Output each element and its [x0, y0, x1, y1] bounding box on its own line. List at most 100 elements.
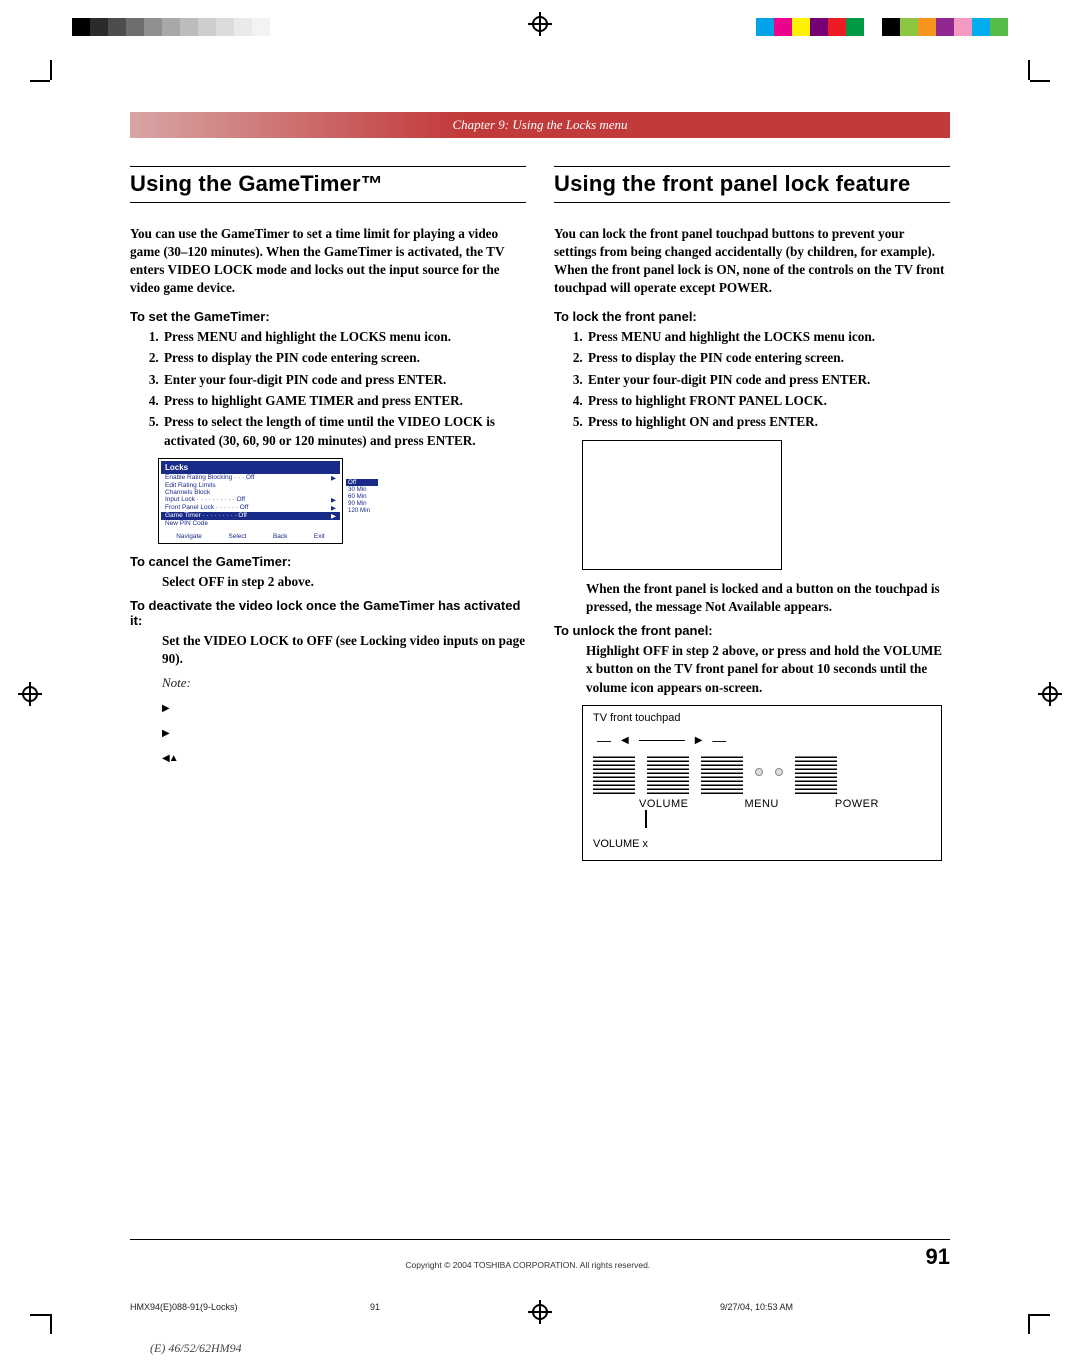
- gray-swatch: [198, 18, 216, 36]
- touchpad-button: [795, 754, 837, 794]
- crop-mark: [1010, 1294, 1050, 1334]
- registration-mark-left: [18, 682, 42, 706]
- subhead-lock-frontpanel: To lock the front panel:: [554, 309, 950, 324]
- color-swatch: [756, 18, 774, 36]
- popup-option: 90 Min: [346, 500, 378, 507]
- color-swatch: [882, 18, 900, 36]
- tv-front-touchpad-graphic: TV front touchpad — ◀ ▶ — VO: [582, 705, 942, 861]
- color-swatch: [954, 18, 972, 36]
- color-swatch: [918, 18, 936, 36]
- gray-swatch: [90, 18, 108, 36]
- bullet-icon: [162, 695, 526, 720]
- color-swatch: [792, 18, 810, 36]
- subhead-cancel-gametimer: To cancel the GameTimer:: [130, 554, 526, 569]
- touchpad-label: TV front touchpad: [593, 712, 931, 724]
- touchpad-button: [647, 754, 689, 794]
- menu-nav-label: Exit: [314, 533, 325, 540]
- color-swatch: [864, 18, 882, 36]
- menu-title: Locks: [161, 461, 340, 474]
- steps-set-gametimer: Press MENU and highlight the LOCKS menu …: [130, 328, 526, 451]
- gray-swatch: [162, 18, 180, 36]
- intro-gametimer: You can use the GameTimer to set a time …: [130, 225, 526, 296]
- heading-gametimer: Using the GameTimer™: [130, 166, 526, 203]
- slugline: HMX94(E)088-91(9-Locks) 91 9/27/04, 10:5…: [130, 1302, 950, 1312]
- label-volume-x: VOLUME x: [593, 838, 931, 850]
- color-swatch: [774, 18, 792, 36]
- gray-swatch: [180, 18, 198, 36]
- step-item: Enter your four-digit PIN code and press…: [162, 371, 526, 389]
- intro-frontpanellock: You can lock the front panel touchpad bu…: [554, 225, 950, 296]
- menu-nav-label: Select: [228, 533, 246, 540]
- step-item: Enter your four-digit PIN code and press…: [586, 371, 950, 389]
- page-number: 91: [926, 1244, 950, 1270]
- step-item: Press to highlight FRONT PANEL LOCK.: [586, 392, 950, 410]
- registration-mark-right: [1038, 682, 1062, 706]
- copyright: Copyright © 2004 TOSHIBA CORPORATION. Al…: [130, 1260, 926, 1270]
- menu-row: Game Timer · · · · · · · · · Off▶: [161, 512, 340, 520]
- chapter-header: Chapter 9: Using the Locks menu: [130, 112, 950, 138]
- popup-option: 120 Min: [346, 507, 378, 514]
- slug-page: 91: [370, 1302, 610, 1312]
- note-label: Note:: [162, 675, 526, 691]
- column-left: Using the GameTimer™ You can use the Gam…: [130, 166, 526, 861]
- gray-swatch: [126, 18, 144, 36]
- note-bullets: [162, 695, 526, 771]
- crop-mark: [30, 60, 70, 100]
- gray-swatch: [108, 18, 126, 36]
- step-item: Press to highlight ON and press ENTER.: [586, 413, 950, 431]
- deactivate-body: Set the VIDEO LOCK to OFF (see Locking v…: [162, 632, 526, 669]
- color-swatch: [972, 18, 990, 36]
- gray-swatch: [234, 18, 252, 36]
- step-item: Press MENU and highlight the LOCKS menu …: [586, 328, 950, 346]
- left-arrow-icon: ◀: [621, 735, 629, 746]
- menu-row: Enable Rating Blocking · · · Off▶: [161, 474, 340, 482]
- touchpad-button: [593, 754, 635, 794]
- page-footer: Copyright © 2004 TOSHIBA CORPORATION. Al…: [130, 1239, 950, 1270]
- indicator-led: [775, 768, 783, 776]
- bullet-icon: [162, 745, 526, 770]
- color-swatch: [990, 18, 1008, 36]
- touchpad-button: [701, 754, 743, 794]
- step-item: Press to display the PIN code entering s…: [586, 349, 950, 367]
- heading-frontpanellock: Using the front panel lock feature: [554, 166, 950, 203]
- popup-option: 60 Min: [346, 493, 378, 500]
- menu-row: Channels Block: [161, 489, 340, 496]
- crop-mark: [1010, 60, 1050, 100]
- bullet-icon: [162, 720, 526, 745]
- locked-message: When the front panel is locked and a but…: [586, 580, 950, 617]
- label-menu: MENU: [744, 798, 778, 810]
- registration-mark-top: [528, 12, 552, 36]
- menu-nav-label: Navigate: [176, 533, 202, 540]
- locks-menu-graphic: Locks Enable Rating Blocking · · · Off▶E…: [158, 458, 343, 544]
- slug-date: 9/27/04, 10:53 AM: [610, 1302, 950, 1312]
- color-swatch: [900, 18, 918, 36]
- gray-swatch: [216, 18, 234, 36]
- menu-row: Edit Rating Limits: [161, 482, 340, 489]
- color-swatch: [936, 18, 954, 36]
- unlock-body: Highlight OFF in step 2 above, or press …: [586, 642, 950, 697]
- popup-option: 30 Min: [346, 486, 378, 493]
- step-item: Press to select the length of time until…: [162, 413, 526, 450]
- page-content: Chapter 9: Using the Locks menu Using th…: [130, 112, 950, 1244]
- label-volume: VOLUME: [639, 798, 688, 810]
- right-arrow-icon: ▶: [695, 735, 703, 746]
- subhead-set-gametimer: To set the GameTimer:: [130, 309, 526, 324]
- color-swatch: [828, 18, 846, 36]
- gray-swatch: [270, 18, 288, 36]
- color-swatch: [846, 18, 864, 36]
- label-power: POWER: [835, 798, 879, 810]
- column-right: Using the front panel lock feature You c…: [554, 166, 950, 861]
- menu-nav-label: Back: [273, 533, 287, 540]
- menu-row: New PIN Code: [161, 520, 340, 527]
- gray-swatch: [144, 18, 162, 36]
- menu-row: Input Lock · · · · · · · · · · Off▶: [161, 496, 340, 504]
- steps-lock-frontpanel: Press MENU and highlight the LOCKS menu …: [554, 328, 950, 432]
- step-item: Press to highlight GAME TIMER and press …: [162, 392, 526, 410]
- step-item: Press to display the PIN code entering s…: [162, 349, 526, 367]
- blank-screen-graphic: [582, 440, 782, 570]
- menu-row: Front Panel Lock · · · · · · Off▶: [161, 504, 340, 512]
- gray-swatch: [72, 18, 90, 36]
- trim-text: (E) 46/52/62HM94: [150, 1341, 242, 1356]
- indicator-led: [755, 768, 763, 776]
- slug-file: HMX94(E)088-91(9-Locks): [130, 1302, 370, 1312]
